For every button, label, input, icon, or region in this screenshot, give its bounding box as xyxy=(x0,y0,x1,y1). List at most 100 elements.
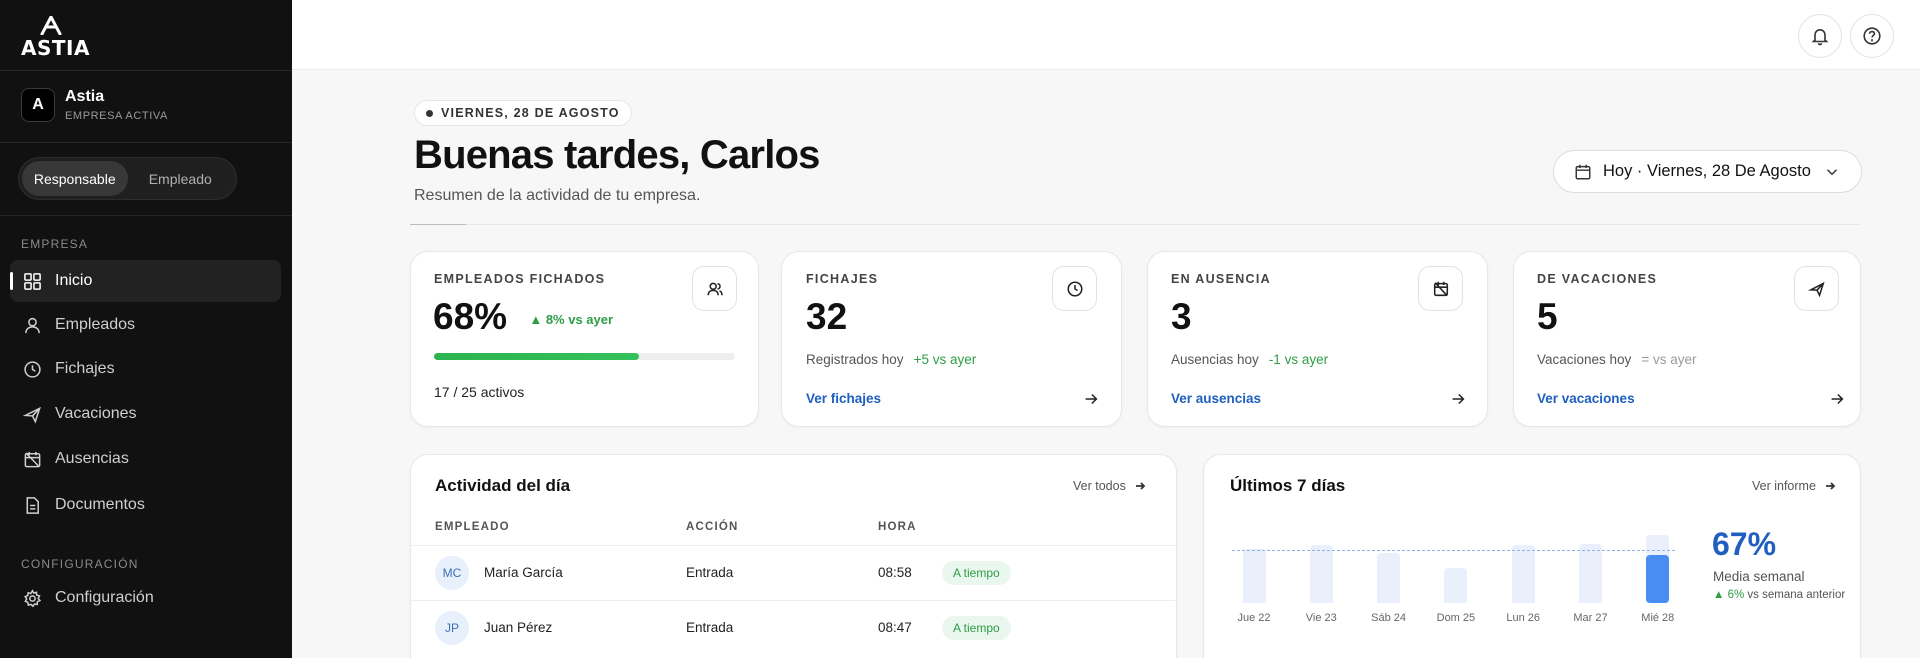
sidebar-item-label: Configuración xyxy=(55,589,154,606)
arrow-right-icon[interactable] xyxy=(1449,390,1467,408)
role-toggle: Responsable Empleado xyxy=(18,157,237,200)
sidebar-item-label: Vacaciones xyxy=(55,405,137,422)
chart-bar[interactable] xyxy=(1646,555,1670,603)
sidebar-item-label: Fichajes xyxy=(55,360,115,377)
topbar xyxy=(292,0,1920,70)
column-header-empleado: EMPLEADO xyxy=(435,521,510,533)
date-pill: VIERNES, 28 DE AGOSTO xyxy=(414,100,632,126)
clock-icon xyxy=(1066,280,1083,297)
sidebar-item-fichajes[interactable]: Fichajes xyxy=(10,348,281,390)
active-count: 17 / 25 activos xyxy=(434,384,525,400)
chart-bar[interactable] xyxy=(1377,553,1401,603)
average-line xyxy=(1232,550,1675,551)
chart-bar[interactable] xyxy=(1579,544,1602,603)
kpi-sub: Vacaciones hoy = vs ayer xyxy=(1537,352,1696,367)
kpi-trend: = vs ayer xyxy=(1641,352,1697,367)
table-row[interactable]: JP Juan Pérez Entrada 08:47 A tiempo xyxy=(411,600,1175,655)
page-title: Buenas tardes, Carlos xyxy=(414,133,820,177)
kpi-icon-box xyxy=(1418,266,1463,311)
sidebar-item-ausencias[interactable]: Ausencias xyxy=(10,438,281,480)
chart-bar[interactable] xyxy=(1309,545,1333,603)
logo-text: ASTIA xyxy=(21,36,90,60)
sidebar-item-documentos[interactable]: Documentos xyxy=(10,484,281,526)
grid-icon xyxy=(24,272,41,290)
sidebar-item-vacaciones[interactable]: Vacaciones xyxy=(10,393,281,435)
chart-bar[interactable] xyxy=(1242,549,1266,603)
sidebar-item-label: Inicio xyxy=(55,272,93,289)
employee-name: María García xyxy=(484,565,563,580)
arrow-right-icon[interactable] xyxy=(1082,390,1100,408)
header-divider xyxy=(410,224,1860,225)
kpi-card-vacaciones: DE VACACIONES 5 Vacaciones hoy = vs ayer … xyxy=(1513,251,1861,427)
calendar-x-icon xyxy=(1433,281,1448,296)
ver-todos-link[interactable]: Ver todos xyxy=(1073,479,1146,493)
kpi-sub-text: Vacaciones hoy xyxy=(1537,352,1632,367)
kpi-value-text: 68% xyxy=(433,296,508,337)
ver-vacaciones-link[interactable]: Ver vacaciones xyxy=(1537,391,1635,406)
weekly-title: Últimos 7 días xyxy=(1230,476,1346,495)
date-pill-dot xyxy=(426,109,433,117)
kpi-label: FICHAJES xyxy=(806,272,879,286)
document-icon xyxy=(26,496,39,514)
employee-name: Juan Pérez xyxy=(484,620,553,635)
activity-title: Actividad del día xyxy=(435,476,571,495)
avatar: JP xyxy=(435,611,469,645)
chart-x-label: Dom 25 xyxy=(1436,612,1476,624)
ver-informe-link[interactable]: Ver informe xyxy=(1752,479,1836,493)
chart-x-label: Sáb 24 xyxy=(1371,612,1407,624)
chart-x-label: Mar 27 xyxy=(1573,612,1608,624)
ver-ausencias-link[interactable]: Ver ausencias xyxy=(1171,391,1261,406)
sidebar-item-empleados[interactable]: Empleados xyxy=(10,304,281,346)
company-switcher[interactable]: A Astia EMPRESA ACTIVA xyxy=(21,88,168,122)
ver-fichajes-link[interactable]: Ver fichajes xyxy=(806,391,881,406)
role-responsable-button[interactable]: Responsable xyxy=(22,161,128,196)
kpi-label: DE VACACIONES xyxy=(1537,272,1658,286)
kpi-sub-text: Registrados hoy xyxy=(806,352,904,367)
column-header-accion: ACCIÓN xyxy=(686,521,739,533)
notifications-button[interactable] xyxy=(1798,14,1842,58)
chart-x-label: Lun 26 xyxy=(1506,612,1541,624)
kpi-sub-text: Ausencias hoy xyxy=(1171,352,1259,367)
ver-informe-label: Ver informe xyxy=(1752,479,1816,493)
kpi-card-fichajes: FICHAJES 32 Registrados hoy +5 vs ayer Ve… xyxy=(781,251,1122,427)
date-range-select[interactable]: Hoy · Viernes, 28 De Agosto xyxy=(1553,150,1862,193)
weekly-trend: ▲ 6% vs semana anterior xyxy=(1713,589,1846,601)
ver-todos-label: Ver todos xyxy=(1073,479,1126,493)
time: 08:47 xyxy=(878,620,912,635)
sidebar-item-label: Ausencias xyxy=(55,450,129,467)
arrow-right-icon[interactable] xyxy=(1828,390,1846,408)
divider xyxy=(0,70,292,71)
company-status: EMPRESA ACTIVA xyxy=(65,110,168,122)
plane-icon xyxy=(1807,281,1825,297)
action: Entrada xyxy=(686,565,734,580)
company-avatar: A xyxy=(21,88,55,122)
users-icon xyxy=(706,282,723,295)
kpi-icon-box xyxy=(692,266,737,311)
kpi-card-ausencia: EN AUSENCIA 3 Ausencias hoy -1 vs ayer Ve… xyxy=(1147,251,1488,427)
sidebar-item-configuracion[interactable]: Configuración xyxy=(10,577,281,619)
section-label-empresa: EMPRESA xyxy=(21,237,89,251)
sidebar-item-inicio[interactable]: Inicio xyxy=(10,260,281,302)
kpi-sub: Ausencias hoy -1 vs ayer xyxy=(1171,352,1328,367)
table-row[interactable]: MC María García Entrada 08:58 A tiempo xyxy=(411,545,1175,600)
time: 08:58 xyxy=(878,565,912,580)
company-name: Astia xyxy=(65,88,105,105)
chart-bar[interactable] xyxy=(1511,545,1535,603)
logo-mark-icon xyxy=(40,16,62,35)
divider xyxy=(0,215,292,216)
date-pill-label: VIERNES, 28 DE AGOSTO xyxy=(441,106,620,120)
arrow-right-icon xyxy=(1135,482,1146,490)
kpi-trend-text: 8% vs ayer xyxy=(545,311,614,327)
status-badge: A tiempo xyxy=(942,616,1011,640)
help-button[interactable] xyxy=(1850,14,1894,58)
action: Entrada xyxy=(686,620,734,635)
chart-bar[interactable] xyxy=(1444,568,1468,603)
status-badge: A tiempo xyxy=(942,561,1011,585)
sidebar: ASTIA A Astia EMPRESA ACTIVA Responsable… xyxy=(0,0,292,658)
logo[interactable]: ASTIA xyxy=(21,16,90,60)
role-empleado-button[interactable]: Empleado xyxy=(128,161,234,196)
help-icon xyxy=(1863,27,1881,45)
chevron-down-icon xyxy=(1826,168,1837,175)
progress-fill xyxy=(434,353,639,360)
employees-progress-bar xyxy=(434,353,735,360)
